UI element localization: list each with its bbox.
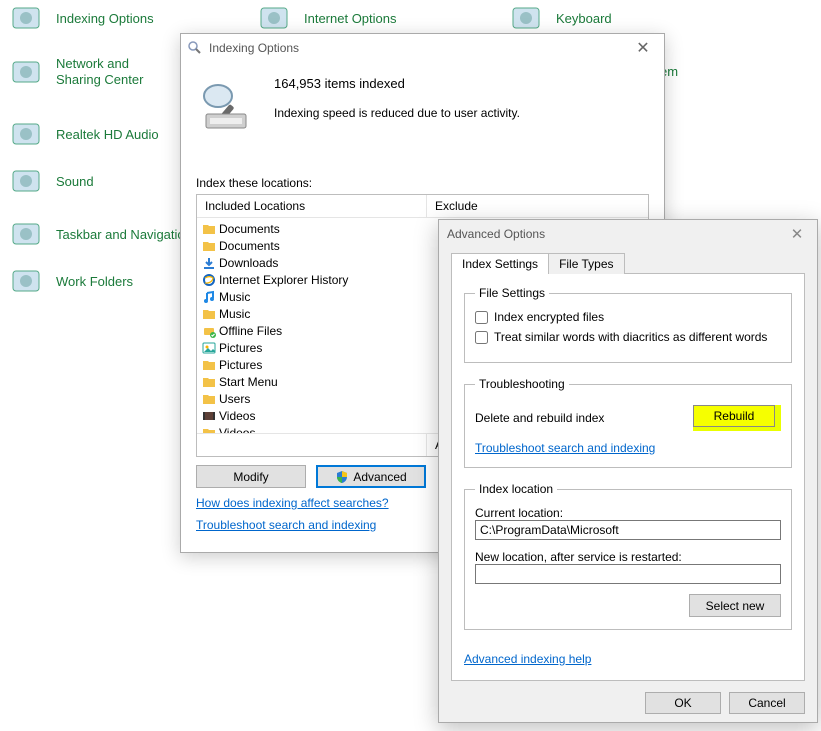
pictures-icon bbox=[201, 340, 217, 356]
location-name: Pictures bbox=[219, 341, 262, 355]
cp-item-label[interactable]: Work Folders bbox=[56, 274, 133, 289]
cancel-button[interactable]: Cancel bbox=[729, 692, 805, 714]
location-name: Internet Explorer History bbox=[219, 273, 348, 287]
dialog2-titlebar[interactable]: Advanced Options ✕ bbox=[439, 220, 817, 248]
folder-icon bbox=[201, 357, 217, 373]
file-settings-legend: File Settings bbox=[475, 286, 549, 300]
cp-item-label[interactable]: Sound bbox=[56, 174, 94, 189]
index-location-legend: Index location bbox=[475, 482, 557, 496]
location-name: Pictures bbox=[219, 358, 262, 372]
folder-icon bbox=[201, 306, 217, 322]
folder-icon bbox=[201, 425, 217, 434]
cp-item-icon bbox=[10, 218, 42, 250]
location-name: Videos bbox=[219, 426, 255, 434]
locations-headers: Included Locations Exclude bbox=[197, 195, 648, 218]
cp-item[interactable]: Taskbar and Navigation bbox=[10, 218, 192, 250]
advanced-help-link[interactable]: Advanced indexing help bbox=[464, 652, 591, 666]
shield-icon bbox=[335, 470, 349, 484]
select-new-button[interactable]: Select new bbox=[689, 594, 781, 617]
how-indexing-link[interactable]: How does indexing affect searches? bbox=[196, 496, 389, 510]
cp-item-icon bbox=[10, 118, 42, 150]
index-encrypted-checkbox[interactable] bbox=[475, 311, 488, 324]
exclude-header[interactable]: Exclude bbox=[427, 195, 648, 217]
location-name: Users bbox=[219, 392, 250, 406]
index-location-group: Index location Current location: New loc… bbox=[464, 482, 792, 630]
delete-rebuild-label: Delete and rebuild index bbox=[475, 411, 604, 425]
cp-item[interactable]: Work Folders bbox=[10, 265, 133, 297]
current-location-label: Current location: bbox=[475, 506, 781, 520]
location-name: Music bbox=[219, 307, 250, 321]
location-name: Documents bbox=[219, 222, 280, 236]
current-location-field[interactable] bbox=[475, 520, 781, 540]
new-location-label: New location, after service is restarted… bbox=[475, 550, 781, 564]
folder-icon bbox=[201, 221, 217, 237]
dialog2-title: Advanced Options bbox=[447, 227, 785, 241]
cp-item-label[interactable]: Keyboard bbox=[556, 11, 612, 26]
cp-item[interactable]: Internet Options bbox=[258, 2, 397, 34]
tab-file-types[interactable]: File Types bbox=[548, 253, 624, 274]
cp-item[interactable]: Indexing Options bbox=[10, 2, 154, 34]
included-locations-header[interactable]: Included Locations bbox=[197, 195, 427, 217]
cp-item-label[interactable]: Indexing Options bbox=[56, 11, 154, 26]
close-icon[interactable]: ✕ bbox=[628, 38, 658, 58]
rebuild-button[interactable]: Rebuild bbox=[693, 405, 775, 427]
cp-item-label[interactable]: Taskbar and Navigation bbox=[56, 227, 192, 242]
tab-panel: File Settings Index encrypted files Trea… bbox=[451, 274, 805, 681]
advanced-options-dialog: Advanced Options ✕ Index Settings File T… bbox=[438, 219, 818, 723]
cp-item-icon bbox=[510, 2, 542, 34]
location-name: Downloads bbox=[219, 256, 278, 270]
rebuild-highlight: Rebuild bbox=[693, 405, 781, 431]
tabs: Index Settings File Types bbox=[451, 252, 805, 274]
location-name: Videos bbox=[219, 409, 255, 423]
folder-icon bbox=[201, 238, 217, 254]
troubleshoot-link[interactable]: Troubleshoot search and indexing bbox=[196, 518, 376, 532]
folder-icon bbox=[201, 391, 217, 407]
diacritics-checkbox[interactable] bbox=[475, 331, 488, 344]
dialog-title: Indexing Options bbox=[209, 41, 628, 55]
cp-item-icon bbox=[10, 265, 42, 297]
offline-icon bbox=[201, 323, 217, 339]
troubleshooting-legend: Troubleshooting bbox=[475, 377, 569, 391]
cp-item-label[interactable]: Realtek HD Audio bbox=[56, 127, 159, 142]
modify-button[interactable]: Modify bbox=[196, 465, 306, 488]
location-name: Documents bbox=[219, 239, 280, 253]
troubleshooting-group: Troubleshooting Delete and rebuild index… bbox=[464, 377, 792, 468]
cp-item-icon bbox=[258, 2, 290, 34]
dialog-titlebar[interactable]: Indexing Options ✕ bbox=[181, 34, 664, 62]
cp-item[interactable]: Realtek HD Audio bbox=[10, 118, 159, 150]
location-name: Offline Files bbox=[219, 324, 282, 338]
cp-item-icon bbox=[10, 165, 42, 197]
magnifier-drawer-icon bbox=[196, 76, 256, 136]
cp-item[interactable]: Keyboard bbox=[510, 2, 612, 34]
cp-item[interactable]: Sound bbox=[10, 165, 94, 197]
folder-icon bbox=[201, 374, 217, 390]
cp-item[interactable]: Network and Sharing Center bbox=[10, 56, 176, 89]
troubleshoot-search-link[interactable]: Troubleshoot search and indexing bbox=[475, 441, 655, 455]
search-glass-icon bbox=[187, 40, 203, 56]
tab-index-settings[interactable]: Index Settings bbox=[451, 253, 549, 274]
cp-item-label[interactable]: Network and Sharing Center bbox=[56, 56, 176, 89]
diacritics-checkbox-row[interactable]: Treat similar words with diacritics as d… bbox=[475, 330, 781, 344]
cp-item-icon bbox=[10, 56, 42, 88]
location-name: Music bbox=[219, 290, 250, 304]
close-icon[interactable]: ✕ bbox=[785, 225, 809, 243]
file-settings-group: File Settings Index encrypted files Trea… bbox=[464, 286, 792, 363]
items-indexed-text: 164,953 items indexed bbox=[274, 76, 520, 91]
video-icon bbox=[201, 408, 217, 424]
advanced-button[interactable]: Advanced bbox=[316, 465, 426, 488]
index-locations-label: Index these locations: bbox=[196, 176, 649, 190]
download-icon bbox=[201, 255, 217, 271]
ie-icon bbox=[201, 272, 217, 288]
indexing-speed-note: Indexing speed is reduced due to user ac… bbox=[274, 106, 520, 120]
music-icon bbox=[201, 289, 217, 305]
cp-item-label[interactable]: Internet Options bbox=[304, 11, 397, 26]
location-name: Start Menu bbox=[219, 375, 278, 389]
new-location-field[interactable] bbox=[475, 564, 781, 584]
ok-button[interactable]: OK bbox=[645, 692, 721, 714]
index-encrypted-checkbox-row[interactable]: Index encrypted files bbox=[475, 310, 781, 324]
cp-item-icon bbox=[10, 2, 42, 34]
